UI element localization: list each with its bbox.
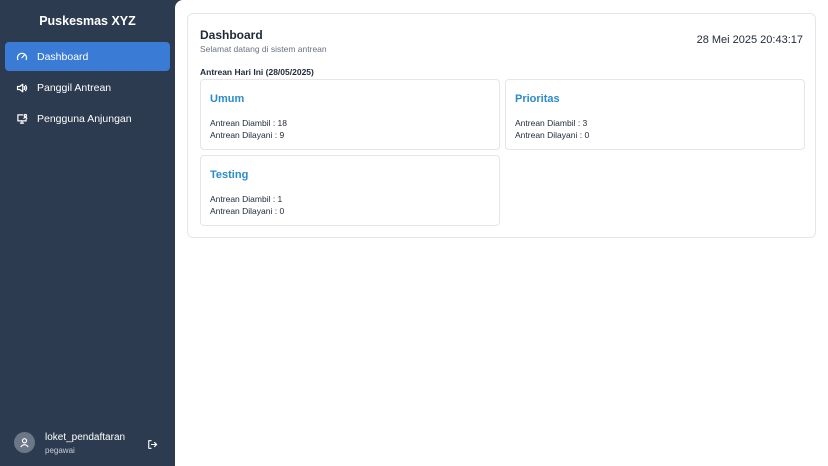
user-icon — [20, 438, 29, 448]
avatar — [14, 432, 35, 453]
card-title: Testing — [210, 169, 249, 181]
user-profile: loket_pendaftaran pegawai — [14, 430, 164, 456]
user-name: loket_pendaftaran — [45, 432, 126, 443]
queue-card-umum: Umum Antrean Diambil : 18 Antrean Dilaya… — [200, 79, 500, 150]
card-title: Umum — [210, 93, 245, 105]
sidebar-item-dashboard[interactable]: Dashboard — [5, 42, 170, 71]
queue-taken: Antrean Diambil : 1 — [210, 194, 283, 204]
queue-served: Antrean Dilayani : 0 — [515, 130, 590, 140]
main-content: Dashboard Selamat datang di sistem antre… — [175, 0, 828, 466]
page-subtitle: Selamat datang di sistem antrean — [200, 44, 327, 54]
logout-icon — [148, 440, 158, 449]
datetime-display: 28 Mei 2025 20:43:17 — [696, 34, 803, 46]
sidebar: Puskesmas XYZ Dashboard Panggil Antrean … — [0, 0, 175, 466]
queue-served: Antrean Dilayani : 0 — [210, 206, 285, 216]
dashboard-panel: Dashboard Selamat datang di sistem antre… — [187, 13, 816, 238]
queue-card-testing: Testing Antrean Diambil : 1 Antrean Dila… — [200, 155, 500, 226]
logout-button[interactable] — [147, 437, 158, 449]
queue-served: Antrean Dilayani : 9 — [210, 130, 285, 140]
page-title: Dashboard — [200, 28, 263, 42]
queue-taken: Antrean Diambil : 18 — [210, 118, 288, 128]
monitor-user-icon — [15, 112, 28, 125]
user-role: pegawai — [45, 446, 75, 455]
gauge-icon — [15, 50, 28, 63]
sidebar-item-panggil-antrean[interactable]: Panggil Antrean — [5, 73, 170, 102]
brand-title: Puskesmas XYZ — [39, 14, 136, 28]
sidebar-item-pengguna-anjungan[interactable]: Pengguna Anjungan — [5, 104, 170, 133]
queue-card-prioritas: Prioritas Antrean Diambil : 3 Antrean Di… — [505, 79, 805, 150]
section-label: Antrean Hari Ini (28/05/2025) — [200, 67, 314, 77]
sidebar-item-label: Dashboard — [37, 50, 89, 63]
card-title: Prioritas — [515, 93, 560, 105]
speaker-icon — [15, 81, 28, 94]
queue-taken: Antrean Diambil : 3 — [515, 118, 588, 128]
sidebar-item-label: Panggil Antrean — [37, 81, 112, 94]
sidebar-item-label: Pengguna Anjungan — [37, 112, 132, 125]
